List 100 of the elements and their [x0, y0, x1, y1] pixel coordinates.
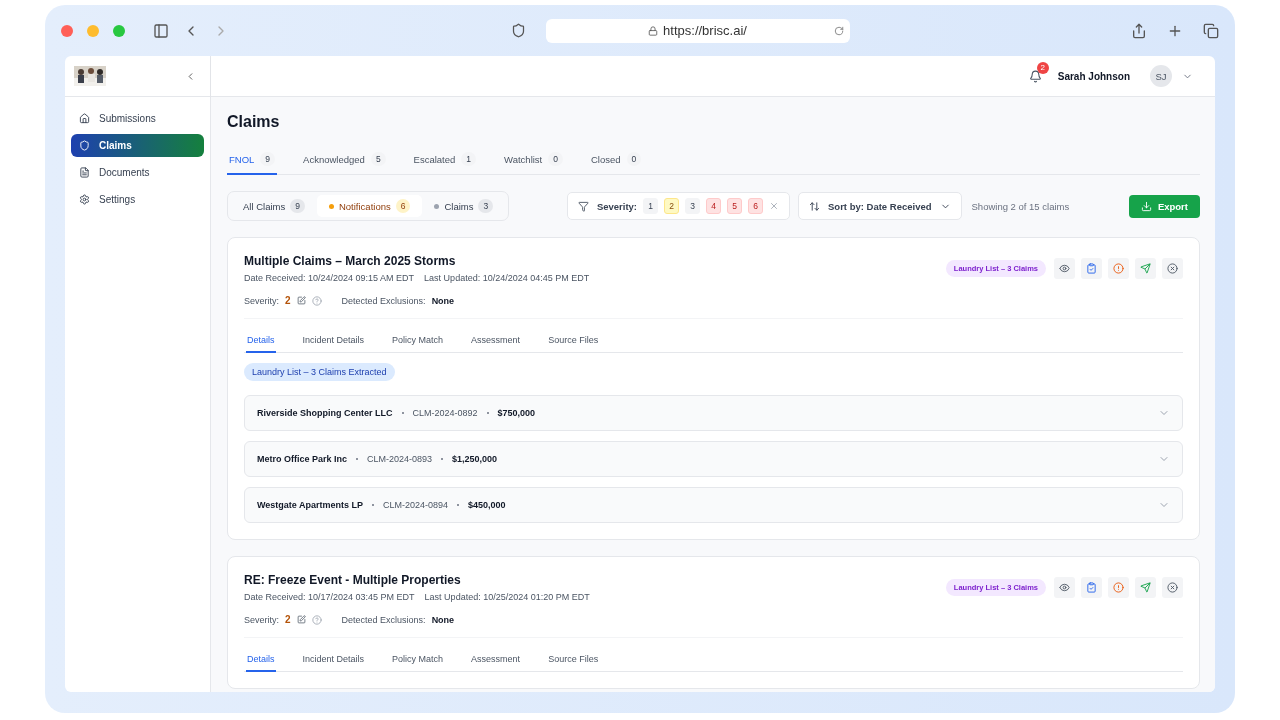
address-bar[interactable]: https://brisc.ai/ — [545, 18, 850, 43]
document-icon — [79, 167, 90, 178]
claim-amount: $750,000 — [497, 408, 536, 418]
exclusions-value: None — [431, 614, 455, 625]
status-tab[interactable]: Escalated 1 — [411, 152, 479, 175]
status-tab[interactable]: Watchlist 0 — [502, 152, 565, 175]
severity-label: Severity: — [244, 614, 279, 625]
clipboard-button[interactable] — [1081, 258, 1102, 279]
filter-count: 9 — [290, 199, 305, 213]
bell-icon[interactable] — [1028, 69, 1042, 83]
clipboard-button[interactable] — [1081, 577, 1102, 598]
alert-icon — [1113, 263, 1124, 274]
edit-icon[interactable] — [296, 296, 306, 305]
detail-tab[interactable]: Assessment — [470, 648, 522, 672]
filter-count: 3 — [478, 199, 494, 213]
sort-dropdown[interactable]: Sort by: Date Received — [798, 192, 962, 220]
view-button[interactable] — [1054, 577, 1075, 598]
help-icon[interactable] — [311, 295, 322, 306]
alert-button[interactable] — [1108, 577, 1129, 598]
severity-value: 2 — [285, 614, 291, 625]
tab-count: 0 — [626, 152, 642, 166]
detail-tab[interactable]: Policy Match — [391, 329, 445, 353]
eye-icon — [1059, 582, 1070, 593]
severity-filter-label: Severity: — [596, 200, 638, 212]
filter-icon — [577, 200, 589, 212]
detail-tab[interactable]: Source Files — [547, 648, 600, 672]
sort-icon — [809, 200, 821, 212]
detail-tab[interactable]: Incident Details — [301, 329, 366, 353]
severity-chip[interactable]: 2 — [664, 198, 680, 214]
send-button[interactable] — [1135, 258, 1156, 279]
user-name: Sarah Johnson — [1057, 70, 1130, 82]
severity-chip[interactable]: 5 — [727, 198, 743, 214]
tab-count: 9 — [260, 152, 276, 166]
tabs-icon[interactable] — [1203, 22, 1219, 39]
send-button[interactable] — [1135, 577, 1156, 598]
last-updated: Last Updated: 10/24/2024 04:45 PM EDT — [424, 273, 590, 283]
date-received: Date Received: 10/24/2024 09:15 AM EDT — [244, 273, 415, 283]
edit-icon[interactable] — [296, 615, 306, 624]
severity-chip[interactable]: 3 — [685, 198, 701, 214]
filter-count: 6 — [395, 199, 411, 213]
send-icon — [1140, 582, 1151, 593]
claim-row[interactable]: Riverside Shopping Center LLC CLM-2024-0892 $750,000 — [244, 395, 1183, 431]
detail-tab[interactable]: Details — [246, 648, 276, 672]
sidebar-item[interactable]: Documents — [71, 161, 204, 184]
status-tab[interactable]: FNOL 9 — [227, 152, 278, 175]
claim-row[interactable]: Westgate Apartments LP CLM-2024-0894 $450,000 — [244, 487, 1183, 523]
minimize-button[interactable] — [87, 24, 99, 37]
claim-number: CLM-2024-0893 — [367, 454, 433, 464]
filter-tab[interactable]: All Claims 9 — [231, 195, 317, 217]
claim-number: CLM-2024-0894 — [383, 500, 449, 510]
tab-count: 1 — [461, 152, 477, 166]
detail-tab[interactable]: Source Files — [547, 329, 600, 353]
claim-amount: $1,250,000 — [452, 454, 498, 464]
exclusions-value: None — [431, 295, 455, 306]
download-icon — [1140, 200, 1152, 212]
clear-icon[interactable] — [769, 201, 780, 211]
notification-count: 2 — [1036, 61, 1049, 74]
detail-tab[interactable]: Assessment — [470, 329, 522, 353]
close-icon — [1167, 582, 1178, 593]
shield-icon — [79, 140, 90, 151]
exclusions-label: Detected Exclusions: — [341, 614, 426, 625]
detail-tab[interactable]: Incident Details — [301, 648, 366, 672]
sidebar-item[interactable]: Claims — [71, 134, 204, 157]
gear-icon — [79, 194, 90, 205]
help-icon[interactable] — [311, 614, 322, 625]
user-avatar[interactable]: SJ — [1150, 65, 1172, 87]
status-tab[interactable]: Closed 0 — [589, 152, 644, 175]
url-text: https://brisc.ai/ — [663, 23, 747, 38]
lock-icon — [648, 25, 659, 36]
claimant-name: Metro Office Park Inc — [257, 454, 348, 464]
status-tab[interactable]: Acknowledged 5 — [301, 152, 388, 175]
sidebar-item[interactable]: Submissions — [71, 107, 204, 130]
sidebar-item[interactable]: Settings — [71, 188, 204, 211]
tab-count: 0 — [548, 152, 563, 166]
filter-tab[interactable]: Notifications 6 — [316, 195, 423, 217]
close-window-button[interactable] — [61, 24, 73, 37]
shield-icon[interactable] — [510, 23, 526, 38]
close-icon — [1167, 263, 1178, 274]
sidebar-icon[interactable] — [153, 22, 169, 39]
claim-title: Multiple Claims – March 2025 Storms — [244, 254, 457, 268]
view-button[interactable] — [1054, 258, 1075, 279]
claim-row[interactable]: Metro Office Park Inc CLM-2024-0893 $1,250,000 — [244, 441, 1183, 477]
severity-chip[interactable]: 1 — [643, 198, 659, 214]
alert-button[interactable] — [1108, 258, 1129, 279]
reload-icon[interactable] — [833, 25, 844, 36]
claimant-name: Westgate Apartments LP — [257, 500, 364, 510]
severity-chip[interactable]: 4 — [706, 198, 722, 214]
close-button[interactable] — [1162, 258, 1183, 279]
filter-tab[interactable]: Claims 3 — [422, 195, 506, 217]
maximize-button[interactable] — [113, 24, 125, 37]
detail-tab[interactable]: Details — [246, 329, 276, 353]
severity-chip[interactable]: 6 — [748, 198, 764, 214]
close-button[interactable] — [1162, 577, 1183, 598]
share-icon[interactable] — [1131, 22, 1147, 39]
claimant-name: Riverside Shopping Center LLC — [257, 408, 393, 418]
detail-tab[interactable]: Policy Match — [391, 648, 445, 672]
last-updated: Last Updated: 10/25/2024 01:20 PM EDT — [424, 592, 590, 602]
claim-title: RE: Freeze Event - Multiple Properties — [244, 573, 462, 587]
eye-icon — [1059, 263, 1070, 274]
page-title: Claims — [227, 113, 281, 131]
